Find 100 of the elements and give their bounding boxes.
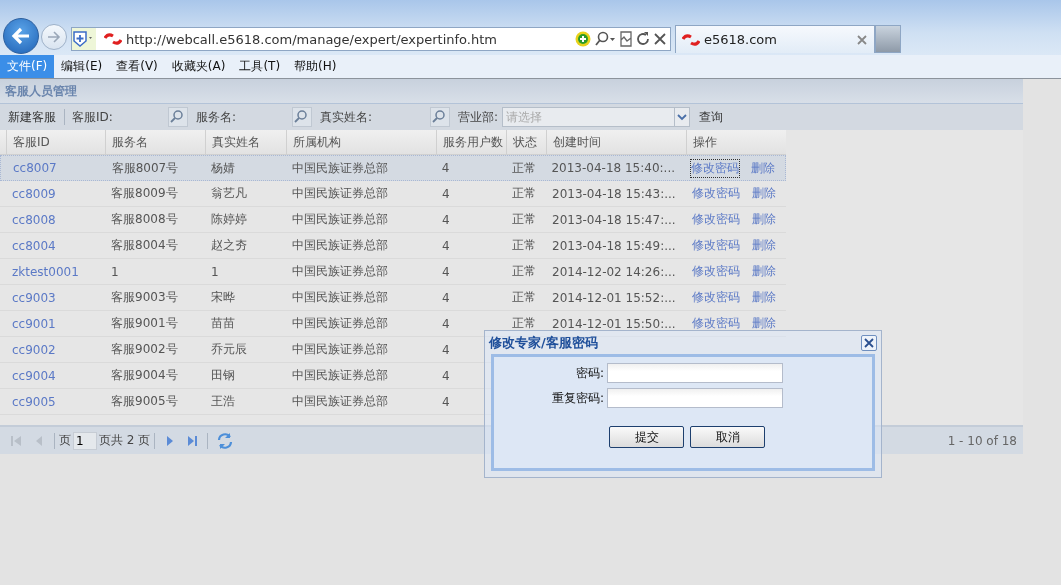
compatibility-icon[interactable] bbox=[619, 31, 633, 47]
site-logo-icon bbox=[682, 33, 700, 46]
table-cell: 田钢 bbox=[211, 367, 235, 384]
table-cell: 客服8009号 bbox=[111, 185, 178, 202]
table-cell: 2013-04-18 15:40:... bbox=[551, 161, 676, 175]
action-link[interactable]: 修改密码 bbox=[692, 211, 740, 228]
menu-item[interactable]: 工具(T) bbox=[232, 55, 288, 78]
action-link[interactable]: 删除 bbox=[752, 315, 776, 332]
close-icon bbox=[864, 337, 874, 348]
column-header[interactable]: 状态 bbox=[506, 130, 546, 154]
menu-item[interactable]: 文件(F) bbox=[0, 55, 55, 78]
table-cell: 1 bbox=[211, 264, 219, 279]
table-cell: 苗苗 bbox=[211, 315, 235, 332]
column-header[interactable]: 操作 bbox=[686, 130, 786, 154]
table-cell: 2014-12-02 14:26:... bbox=[552, 264, 676, 279]
table-cell: 客服9002号 bbox=[111, 341, 178, 358]
table-cell: 中国民族证券总部 bbox=[292, 185, 388, 202]
column-header[interactable]: 客服ID bbox=[6, 130, 105, 154]
plus-circle-icon[interactable] bbox=[575, 31, 591, 47]
dropdown-icon[interactable] bbox=[674, 108, 690, 126]
table-cell: 2013-04-18 15:49:... bbox=[552, 238, 676, 253]
menu-item[interactable]: 帮助(H) bbox=[287, 55, 344, 78]
table-cell: 正常 bbox=[511, 159, 536, 177]
table-cell: 4 bbox=[441, 161, 450, 175]
new-tab-button[interactable] bbox=[875, 25, 901, 53]
table-row[interactable]: zktest0001 1 1 中国民族证券总部 4 正常 2014-12-02 14:26:... 修改密码 删除 bbox=[0, 259, 786, 285]
column-header[interactable]: 所属机构 bbox=[286, 130, 436, 154]
id-link[interactable]: cc8009 bbox=[12, 186, 56, 201]
refresh-icon[interactable] bbox=[636, 31, 650, 47]
browser-tab[interactable]: e5618.com bbox=[675, 25, 875, 53]
id-link[interactable]: cc9002 bbox=[12, 342, 56, 357]
id-link[interactable]: cc9003 bbox=[12, 290, 56, 305]
id-link[interactable]: cc9001 bbox=[12, 316, 56, 331]
table-cell: 客服8008号 bbox=[111, 211, 178, 228]
table-cell: 中国民族证券总部 bbox=[292, 159, 389, 177]
table-cell: 客服9004号 bbox=[111, 367, 178, 384]
page-input[interactable]: 1 bbox=[73, 431, 97, 450]
search-icon[interactable] bbox=[594, 31, 616, 47]
action-link[interactable]: 修改密码 bbox=[692, 315, 740, 332]
action-link[interactable]: 删除 bbox=[752, 263, 776, 280]
column-header[interactable]: 创建时间 bbox=[546, 130, 686, 154]
back-button[interactable] bbox=[3, 18, 39, 54]
table-cell: 正常 bbox=[512, 185, 536, 202]
table-row[interactable]: cc9003 客服9003号 宋晔 中国民族证券总部 4 正常 2014-12-01 15:52:... 修改密码 删除 bbox=[0, 285, 786, 311]
submit-button[interactable]: 提交 bbox=[609, 426, 684, 448]
table-cell: 正常 bbox=[512, 237, 536, 254]
action-link[interactable]: 删除 bbox=[752, 237, 776, 254]
id-link[interactable]: cc8008 bbox=[12, 212, 56, 227]
id-link[interactable]: zktest0001 bbox=[12, 264, 79, 279]
table-cell: 陈婷婷 bbox=[211, 211, 247, 228]
table-row[interactable]: cc8009 客服8009号 翁艺凡 中国民族证券总部 4 正常 2013-04-18 15:43:... 修改密码 删除 bbox=[0, 181, 786, 207]
menu-item[interactable]: 查看(V) bbox=[109, 55, 165, 78]
table-cell: 中国民族证券总部 bbox=[292, 211, 388, 228]
query-button[interactable]: 查询 bbox=[694, 108, 729, 126]
page-label: 页 bbox=[59, 432, 71, 449]
table-cell: 赵之夯 bbox=[211, 237, 247, 254]
menu-item[interactable]: 编辑(E) bbox=[54, 55, 110, 78]
arrow-left-icon bbox=[10, 25, 32, 47]
table-cell: 客服9003号 bbox=[111, 289, 178, 306]
new-button[interactable]: 新建客服 bbox=[3, 108, 61, 126]
shield-plus-icon[interactable] bbox=[72, 28, 96, 50]
id-link[interactable]: cc9005 bbox=[12, 394, 56, 409]
column-header[interactable]: 服务名 bbox=[105, 130, 205, 154]
table-row[interactable]: cc8004 客服8004号 赵之夯 中国民族证券总部 4 正常 2013-04-18 15:49:... 修改密码 删除 bbox=[0, 233, 786, 259]
column-header[interactable]: 服务用户数 bbox=[436, 130, 506, 154]
table-cell: 1 bbox=[111, 264, 119, 279]
filter-label: 真实姓名: bbox=[319, 108, 373, 126]
close-icon[interactable] bbox=[856, 33, 868, 46]
table-cell: 4 bbox=[442, 290, 450, 305]
password-field[interactable] bbox=[607, 363, 783, 383]
action-link[interactable]: 删除 bbox=[752, 185, 776, 202]
filter-label: 客服ID: bbox=[71, 108, 113, 126]
id-link[interactable]: cc8004 bbox=[12, 238, 56, 253]
action-link[interactable]: 修改密码 bbox=[692, 237, 740, 254]
table-cell: 4 bbox=[442, 394, 450, 409]
table-cell: 中国民族证券总部 bbox=[292, 237, 388, 254]
action-link[interactable]: 删除 bbox=[752, 289, 776, 306]
page-total: 页共 2 页 bbox=[99, 432, 151, 449]
action-link[interactable]: 修改密码 bbox=[692, 263, 740, 280]
table-cell: 4 bbox=[442, 368, 450, 383]
table-cell: 4 bbox=[442, 212, 450, 227]
table-cell: 王浩 bbox=[211, 393, 235, 410]
column-header[interactable]: 真实姓名 bbox=[205, 130, 286, 154]
address-bar[interactable]: http://webcall.e5618.com/manage/expert/expertinfo.htm bbox=[71, 27, 671, 51]
id-link[interactable]: cc9004 bbox=[12, 368, 56, 383]
menu-item[interactable]: 收藏夹(A) bbox=[164, 55, 233, 78]
cancel-button[interactable]: 取消 bbox=[690, 426, 765, 448]
table-cell: 4 bbox=[442, 238, 450, 253]
table-row[interactable]: cc8008 客服8008号 陈婷婷 中国民族证券总部 4 正常 2013-04-18 15:47:... 修改密码 删除 bbox=[0, 207, 786, 233]
address-url: http://webcall.e5618.com/manage/expert/expertinfo.htm bbox=[126, 31, 498, 47]
action-link[interactable]: 修改密码 bbox=[692, 289, 740, 306]
table-cell: 中国民族证券总部 bbox=[292, 341, 388, 358]
action-link[interactable]: 删除 bbox=[752, 211, 776, 228]
table-cell: 客服9005号 bbox=[111, 393, 178, 410]
action-link[interactable]: 修改密码 bbox=[692, 185, 740, 202]
close-icon[interactable] bbox=[653, 31, 667, 47]
password-field[interactable] bbox=[607, 388, 783, 408]
table-cell: 4 bbox=[442, 264, 450, 279]
forward-button[interactable] bbox=[41, 24, 67, 50]
table-cell: 杨婧 bbox=[211, 159, 236, 177]
